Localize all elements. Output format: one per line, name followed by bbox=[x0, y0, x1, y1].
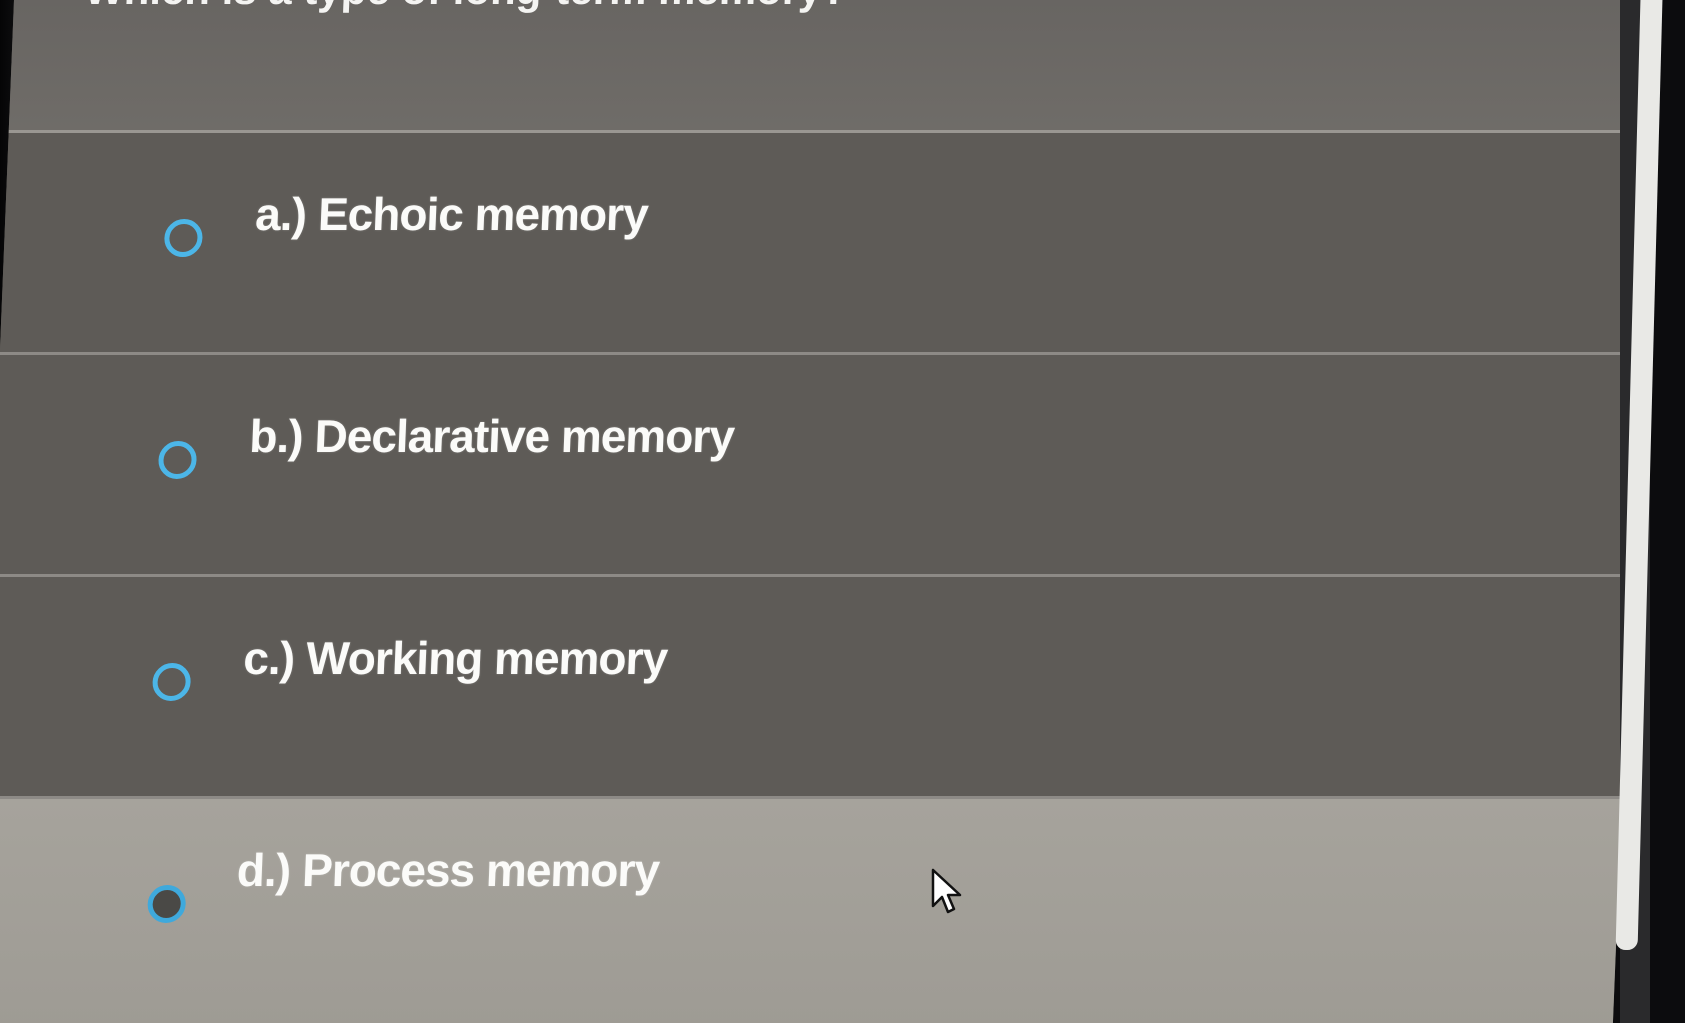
screen: Which is a type of long-term memory? a.)… bbox=[0, 0, 1685, 1023]
answer-options: a.) Echoic memory b.) Declarative memory c… bbox=[0, 133, 1649, 1023]
radio-button-c[interactable] bbox=[151, 663, 192, 701]
answer-option-c[interactable]: c.) Working memory bbox=[0, 577, 1631, 799]
answer-letter-b: b.) bbox=[248, 410, 304, 462]
radio-button-d[interactable] bbox=[146, 885, 187, 923]
answer-option-a[interactable]: a.) Echoic memory bbox=[0, 133, 1649, 355]
question-text: Which is a type of long-term memory? bbox=[83, 0, 848, 14]
mouse-pointer-icon bbox=[931, 868, 962, 914]
answer-text-c: Working memory bbox=[305, 632, 669, 684]
answer-letter-d: d.) bbox=[236, 844, 292, 896]
answer-label-b[interactable]: b.) Declarative memory bbox=[248, 409, 735, 463]
answer-option-b[interactable]: b.) Declarative memory bbox=[0, 355, 1640, 577]
answer-text-a: Echoic memory bbox=[317, 188, 649, 240]
answer-label-d[interactable]: d.) Process memory bbox=[236, 843, 660, 897]
quiz-panel: Which is a type of long-term memory? a.)… bbox=[0, 0, 1654, 1023]
answer-option-d[interactable]: d.) Process memory bbox=[0, 799, 1622, 1023]
answer-label-c[interactable]: c.) Working memory bbox=[242, 631, 669, 685]
radio-button-a[interactable] bbox=[163, 219, 204, 257]
answer-text-d: Process memory bbox=[301, 844, 661, 896]
answer-letter-a: a.) bbox=[254, 188, 308, 240]
answer-label-a[interactable]: a.) Echoic memory bbox=[254, 187, 648, 241]
answer-text-b: Declarative memory bbox=[313, 410, 735, 462]
answer-letter-c: c.) bbox=[242, 632, 296, 684]
radio-button-b[interactable] bbox=[157, 441, 198, 479]
question-area: Which is a type of long-term memory? bbox=[8, 0, 1654, 133]
